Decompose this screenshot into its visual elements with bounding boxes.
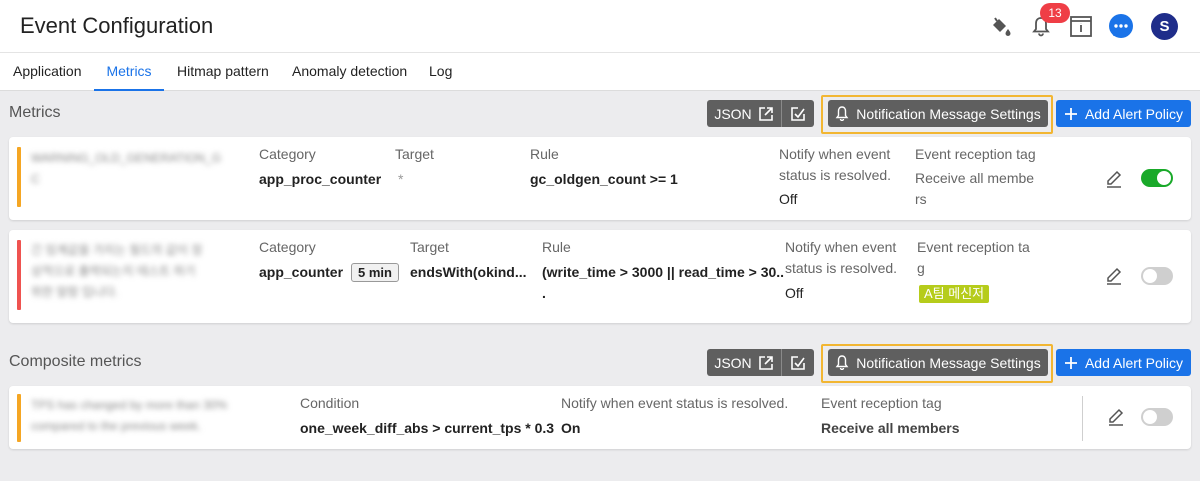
json-import-button[interactable]	[782, 349, 814, 376]
target-label: Target	[410, 239, 449, 255]
tab-metrics[interactable]: Metrics	[94, 53, 164, 91]
policy-enable-toggle[interactable]	[1141, 408, 1173, 426]
policy-enable-toggle[interactable]	[1141, 267, 1173, 285]
edit-pencil-icon[interactable]	[1104, 168, 1124, 188]
event-tag-chip: A팀 메신저	[919, 285, 990, 303]
composite-metric-name: TPS has changed by more than 30% compare…	[31, 398, 228, 433]
event-tag-label: Event reception tag	[821, 395, 942, 411]
add-alert-policy-label: Add Alert Policy	[1084, 105, 1184, 122]
json-export-button[interactable]: JSON	[707, 100, 782, 127]
composite-metric-row[interactable]: TPS has changed by more than 30% compare…	[9, 386, 1191, 449]
notify-resolved-label: Notify when event status is resolved.	[779, 146, 892, 183]
bell-icon	[835, 106, 849, 121]
json-export-button[interactable]: JSON	[707, 349, 782, 376]
metric-name: 긴 임계값을 가지는 필드의 값이 정 상적으로 출력되는지 테스트 하기 위한…	[31, 243, 203, 299]
rule-label: Rule	[530, 146, 559, 162]
notification-settings-label: Notification Message Settings	[856, 354, 1041, 371]
status-stripe	[17, 147, 21, 207]
tab-application[interactable]: Application	[13, 53, 82, 91]
rule-value: (write_time > 3000 || read_time > 30.. .	[542, 264, 785, 301]
notification-message-settings-button[interactable]: Notification Message Settings	[828, 100, 1048, 127]
metric-row[interactable]: 긴 임계값을 가지는 필드의 값이 정 상적으로 출력되는지 테스트 하기 위한…	[9, 230, 1191, 323]
add-alert-policy-button[interactable]: Add Alert Policy	[1056, 349, 1191, 376]
json-label: JSON	[714, 105, 752, 122]
add-alert-policy-label: Add Alert Policy	[1084, 354, 1184, 371]
event-tag-value: Receive all membe rs	[915, 170, 1035, 207]
edit-box-icon	[791, 355, 805, 370]
target-label: Target	[395, 146, 434, 162]
notify-resolved-label: Notify when event status is resolved.	[785, 239, 898, 276]
notification-settings-label: Notification Message Settings	[856, 105, 1041, 122]
add-alert-policy-button[interactable]: Add Alert Policy	[1056, 100, 1191, 127]
metrics-json-toolbar: JSON	[707, 100, 814, 127]
interval-chip: 5 min	[351, 263, 399, 282]
plus-icon	[1064, 107, 1077, 120]
category-label: Category	[259, 146, 316, 162]
json-label: JSON	[714, 354, 752, 371]
external-link-icon	[758, 106, 773, 121]
tab-log[interactable]: Log	[429, 53, 452, 91]
notify-resolved-value: On	[561, 420, 581, 436]
target-value: endsWith(okind...	[410, 264, 527, 280]
target-value: *	[398, 171, 404, 187]
condition-value: one_week_diff_abs > current_tps * 0.3	[300, 420, 555, 436]
chat-icon[interactable]	[1106, 11, 1136, 41]
metric-name: WARNING_OLD_GENERATION_G C	[31, 151, 222, 186]
row-divider	[1082, 396, 1083, 441]
edit-pencil-icon[interactable]	[1106, 406, 1126, 426]
event-tag-value: Receive all members	[821, 420, 960, 436]
tab-hitmap-pattern[interactable]: Hitmap pattern	[177, 53, 269, 91]
plus-icon	[1064, 356, 1077, 369]
notify-resolved-value: Off	[785, 285, 804, 301]
metrics-section-title: Metrics	[9, 104, 61, 121]
notification-message-settings-button[interactable]: Notification Message Settings	[828, 349, 1048, 376]
page-title: Event Configuration	[20, 13, 214, 38]
event-tag-label: Event reception tag	[915, 146, 1036, 162]
category-label: Category	[259, 239, 316, 255]
edit-box-icon	[791, 106, 805, 121]
rule-label: Rule	[542, 239, 571, 255]
tab-anomaly-detection[interactable]: Anomaly detection	[292, 53, 407, 91]
tab-bar: Application Metrics Hitmap pattern Anoma…	[0, 53, 1200, 91]
top-bar: Event Configuration 13 S	[0, 0, 1200, 53]
status-stripe	[17, 240, 21, 310]
toggle-knob	[1143, 410, 1157, 424]
category-value: app_proc_counter	[259, 171, 382, 187]
notify-resolved-label: Notify when event status is resolved.	[561, 395, 789, 411]
rule-value: gc_oldgen_count >= 1	[530, 171, 678, 187]
category-value: app_counter 5 min	[259, 262, 399, 283]
composite-json-toolbar: JSON	[707, 349, 814, 376]
edit-pencil-icon[interactable]	[1104, 265, 1124, 285]
notify-resolved-value: Off	[779, 191, 798, 207]
paint-bucket-icon[interactable]	[985, 11, 1015, 41]
bell-icon	[835, 355, 849, 370]
toggle-knob	[1143, 269, 1157, 283]
condition-label: Condition	[300, 395, 360, 411]
status-stripe	[17, 394, 21, 442]
json-import-button[interactable]	[782, 100, 814, 127]
user-avatar[interactable]: S	[1151, 13, 1178, 40]
toggle-knob	[1157, 171, 1171, 185]
composite-section-title: Composite metrics	[9, 353, 142, 370]
external-link-icon	[758, 355, 773, 370]
event-tag-label: Event reception ta g	[917, 239, 1030, 276]
metric-row[interactable]: WARNING_OLD_GENERATION_G C Category app_…	[9, 137, 1191, 220]
policy-enable-toggle[interactable]	[1141, 169, 1173, 187]
info-box-icon[interactable]	[1066, 11, 1096, 41]
